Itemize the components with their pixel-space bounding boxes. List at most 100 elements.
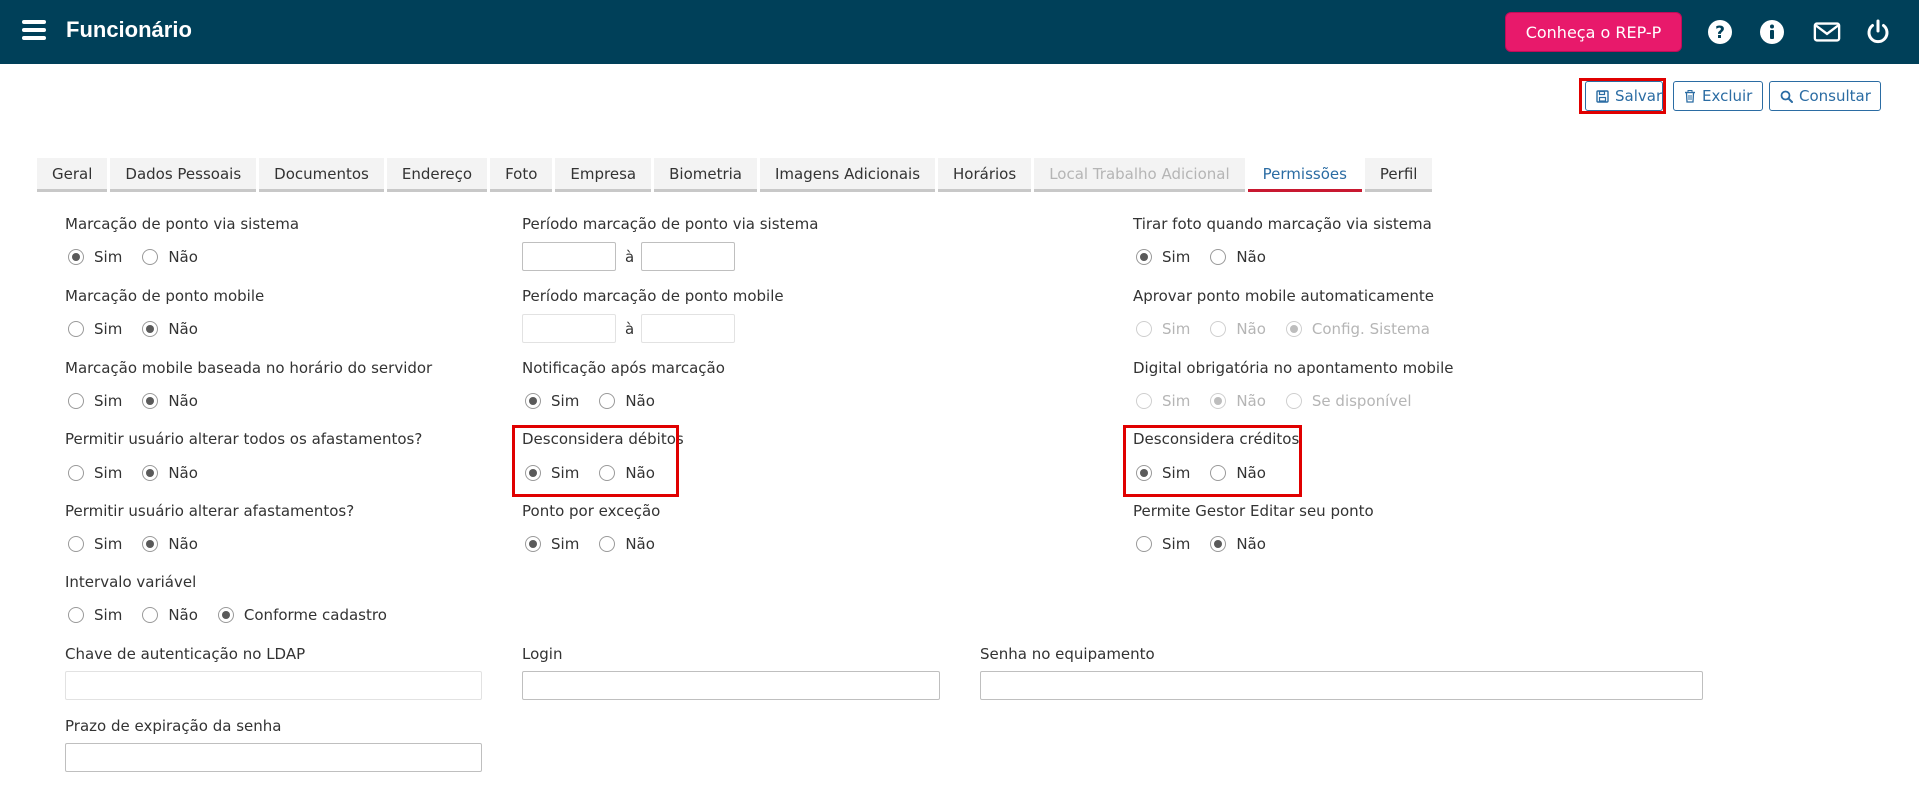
radio-option-label: Conforme cadastro	[243, 606, 387, 624]
radio-option[interactable]: Sim	[68, 464, 122, 482]
radio-button-icon[interactable]	[68, 536, 84, 552]
radio-option[interactable]: Sim	[68, 320, 122, 338]
radio-option[interactable]: Sim	[1136, 248, 1190, 266]
ldap-input[interactable]	[65, 671, 482, 700]
radio-button-icon[interactable]	[68, 321, 84, 337]
radio-button-icon[interactable]	[525, 393, 541, 409]
tab-biometria[interactable]: Biometria	[654, 158, 757, 192]
radio-button-icon[interactable]	[599, 393, 616, 409]
radio-button-icon[interactable]	[1210, 536, 1227, 552]
radio-option-label: Não	[625, 535, 655, 553]
radio-option[interactable]: Não	[142, 320, 198, 338]
radio-button-icon[interactable]	[1136, 536, 1152, 552]
radio-button-icon[interactable]	[525, 536, 541, 552]
rep-p-button[interactable]: Conheça o REP-P	[1505, 12, 1682, 52]
radio-option[interactable]: Sim	[68, 606, 122, 624]
tab-endereco[interactable]: Endereço	[386, 158, 488, 192]
radio-option-label: Se disponível	[1311, 392, 1412, 410]
radio-option-label: Não	[1236, 535, 1266, 553]
radio-option: Não	[1210, 392, 1266, 410]
radio-option[interactable]: Sim	[1136, 535, 1190, 553]
tab-imagens-adicionais[interactable]: Imagens Adicionais	[760, 158, 936, 192]
radio-button-icon[interactable]	[1136, 249, 1152, 265]
radio-option[interactable]: Sim	[525, 392, 579, 410]
senha-equipamento-label: Senha no equipamento	[980, 645, 1155, 663]
info-icon[interactable]	[1758, 18, 1786, 46]
radio-option[interactable]: Não	[142, 392, 198, 410]
prazo-senha-label: Prazo de expiração da senha	[65, 717, 282, 735]
alterar-afastamentos-radio: Sim Não	[68, 535, 218, 553]
periodo-sistema-to-input[interactable]	[641, 242, 735, 271]
radio-selected-dot	[146, 469, 155, 477]
search-icon	[1780, 90, 1793, 103]
radio-option[interactable]: Sim	[68, 535, 122, 553]
radio-button-icon[interactable]	[217, 607, 234, 623]
aprovar-mobile-label: Aprovar ponto mobile automaticamente	[1133, 287, 1434, 305]
radio-button-icon[interactable]	[142, 393, 159, 409]
radio-button-icon[interactable]	[142, 465, 159, 481]
radio-option[interactable]: Sim	[525, 535, 579, 553]
tab-foto[interactable]: Foto	[490, 158, 553, 192]
radio-option-label: Sim	[94, 464, 123, 482]
tab-documentos[interactable]: Documentos	[259, 158, 384, 192]
digital-obrigatoria-label: Digital obrigatória no apontamento mobil…	[1133, 359, 1454, 377]
radio-button-icon[interactable]	[68, 465, 84, 481]
senha-equipamento-input[interactable]	[980, 671, 1703, 700]
radio-option[interactable]: Não	[1210, 248, 1266, 266]
radio-option-label: Não	[168, 606, 198, 624]
radio-option[interactable]: Não	[599, 535, 655, 553]
radio-option[interactable]: Não	[599, 392, 655, 410]
radio-option-label: Não	[168, 464, 198, 482]
periodo-mobile-from-input[interactable]	[522, 314, 616, 343]
radio-option[interactable]: Não	[142, 248, 198, 266]
radio-button-icon[interactable]	[142, 536, 159, 552]
radio-button-icon[interactable]	[142, 321, 159, 337]
radio-option[interactable]: Sim	[68, 248, 122, 266]
radio-option-label: Sim	[551, 392, 580, 410]
radio-option-label: Não	[625, 392, 655, 410]
tab-permissoes[interactable]: Permissões	[1247, 158, 1362, 192]
delete-button[interactable]: Excluir	[1673, 81, 1763, 111]
periodo-sistema-label: Período marcação de ponto via sistema	[522, 215, 819, 233]
radio-option[interactable]: Não	[142, 606, 198, 624]
search-button[interactable]: Consultar	[1769, 81, 1881, 111]
delete-label: Excluir	[1702, 87, 1753, 105]
radio-button-icon[interactable]	[68, 249, 84, 265]
radio-selected-dot	[1289, 325, 1298, 333]
periodo-mobile-to-input[interactable]	[641, 314, 735, 343]
radio-button-icon	[1210, 321, 1227, 337]
highlight-box	[1123, 425, 1302, 497]
mail-icon[interactable]	[1813, 18, 1841, 46]
tab-geral[interactable]: Geral	[37, 158, 108, 192]
radio-option-label: Sim	[94, 392, 123, 410]
radio-option[interactable]: Sim	[68, 392, 122, 410]
radio-option[interactable]: Não	[142, 464, 198, 482]
tab-horarios[interactable]: Horários	[938, 158, 1032, 192]
radio-option[interactable]: Não	[1210, 535, 1266, 553]
power-icon[interactable]	[1864, 18, 1892, 46]
prazo-senha-input[interactable]	[65, 743, 482, 772]
radio-button-icon[interactable]	[599, 536, 616, 552]
radio-option-label: Sim	[94, 248, 123, 266]
radio-selected-dot	[146, 397, 155, 405]
tab-perfil[interactable]: Perfil	[1364, 158, 1433, 192]
periodo-sistema-from-input[interactable]	[522, 242, 616, 271]
login-input[interactable]	[522, 671, 940, 700]
radio-button-icon[interactable]	[1210, 249, 1227, 265]
radio-button-icon[interactable]	[68, 607, 84, 623]
tab-dados-pessoais[interactable]: Dados Pessoais	[110, 158, 257, 192]
radio-button-icon[interactable]	[142, 607, 159, 623]
marcacao-sistema-radio: Sim Não	[68, 248, 218, 266]
radio-button-icon[interactable]	[68, 393, 84, 409]
search-label: Consultar	[1799, 87, 1871, 105]
tab-empresa[interactable]: Empresa	[555, 158, 652, 192]
radio-selected-dot	[1214, 540, 1223, 548]
hamburger-menu-icon[interactable]	[22, 20, 46, 42]
radio-option: Sim	[1136, 320, 1190, 338]
radio-button-icon[interactable]	[142, 249, 159, 265]
radio-option[interactable]: Não	[142, 535, 198, 553]
radio-option[interactable]: Conforme cadastro	[217, 606, 387, 624]
help-icon[interactable]: ?	[1706, 18, 1734, 46]
radio-option-label: Não	[168, 320, 198, 338]
tirar-foto-radio: Sim Não	[1136, 248, 1286, 266]
